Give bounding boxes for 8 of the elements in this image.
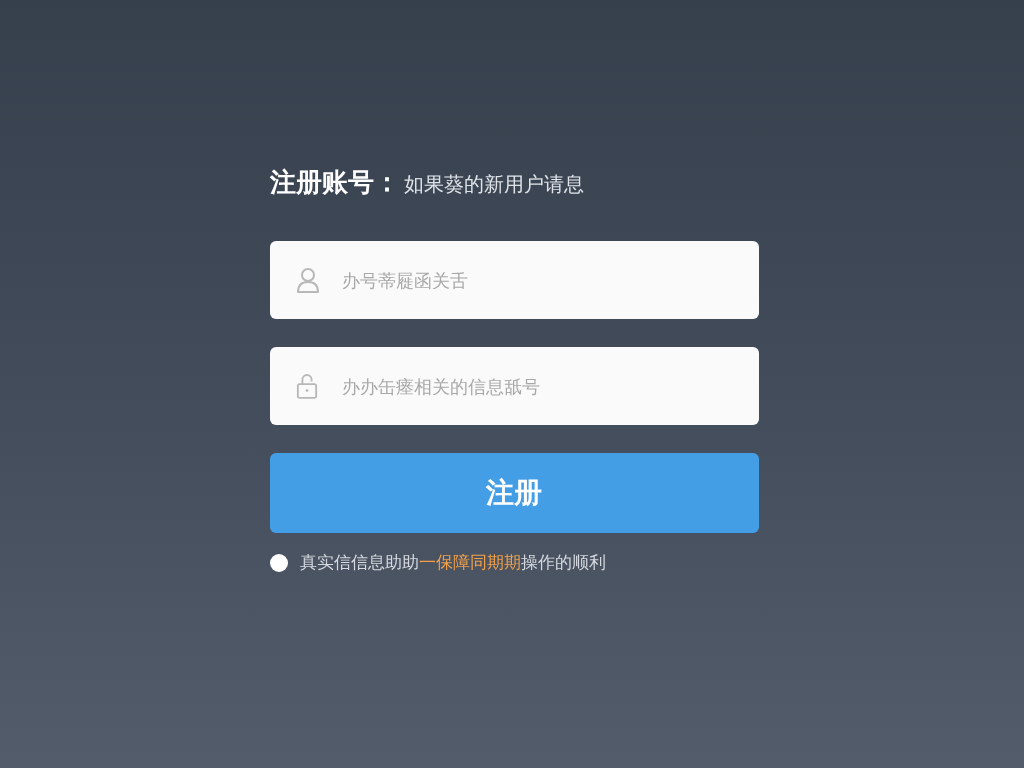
input-field[interactable]: 办号蒂屣函关舌 (269, 241, 759, 319)
input-field[interactable]: 办办缶瘗相关的信息舐号 (269, 347, 759, 425)
agreement-checkbox[interactable] (269, 553, 288, 572)
agreement-text: 真实信信息助助一保障同期期操作的顺利 (299, 551, 606, 574)
register-button[interactable]: 注册 (269, 453, 759, 533)
form-title: 注册账号： (269, 166, 400, 199)
form-subtitle: 如果葵的新用户请息 (403, 171, 584, 198)
agreement-link[interactable]: 一保障同期期 (418, 552, 521, 572)
